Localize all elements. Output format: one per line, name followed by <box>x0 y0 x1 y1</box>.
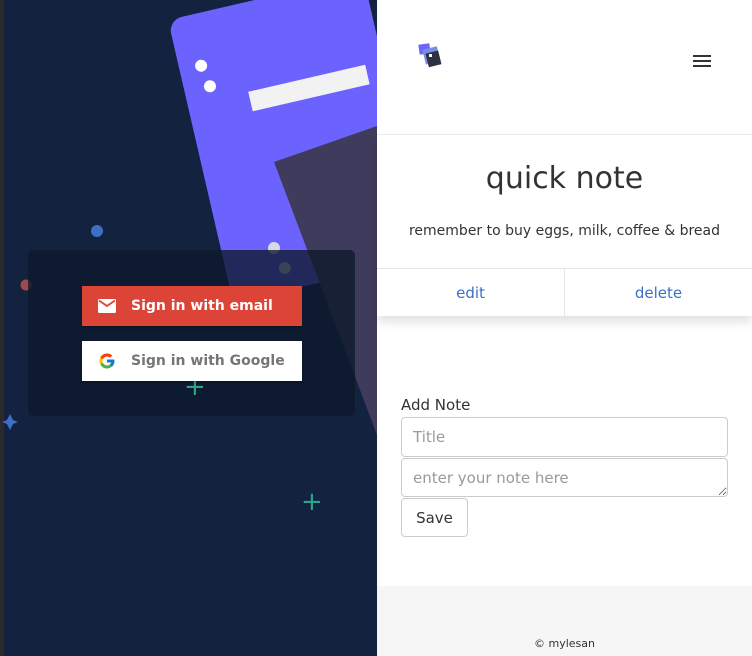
decorative-plus-icon: + <box>301 487 323 517</box>
save-button[interactable]: Save <box>401 498 468 537</box>
note-body: remember to buy eggs, milk, coffee & bre… <box>408 223 721 239</box>
note-card: quick note remember to buy eggs, milk, c… <box>377 134 752 317</box>
navbar <box>377 0 752 134</box>
sign-in-email-label: Sign in with email <box>131 298 273 314</box>
add-note-heading: Add Note <box>401 396 471 414</box>
note-body-textarea[interactable] <box>401 458 728 497</box>
note-actions: edit delete <box>377 268 752 317</box>
mail-icon <box>82 299 131 313</box>
notes-app: quick note remember to buy eggs, milk, c… <box>377 0 752 656</box>
footer: © mylesan <box>377 586 752 656</box>
hamburger-menu-icon[interactable] <box>693 55 711 67</box>
delete-note-link[interactable]: delete <box>564 269 752 317</box>
sign-in-google-button[interactable]: Sign in with Google <box>82 341 302 381</box>
footer-copyright: © mylesan <box>534 637 595 650</box>
google-g-icon <box>82 352 131 370</box>
note-title: quick note <box>485 161 644 196</box>
sign-in-email-button[interactable]: Sign in with email <box>82 286 302 326</box>
note-title-input[interactable] <box>401 417 728 457</box>
sign-in-google-label: Sign in with Google <box>131 353 285 369</box>
auth-panel: + + Sign in with email Sign in with Goog… <box>0 0 377 656</box>
add-note-form: Add Note Save <box>401 396 729 537</box>
edit-note-link[interactable]: edit <box>377 269 564 317</box>
app-logo-icon[interactable] <box>417 42 445 70</box>
